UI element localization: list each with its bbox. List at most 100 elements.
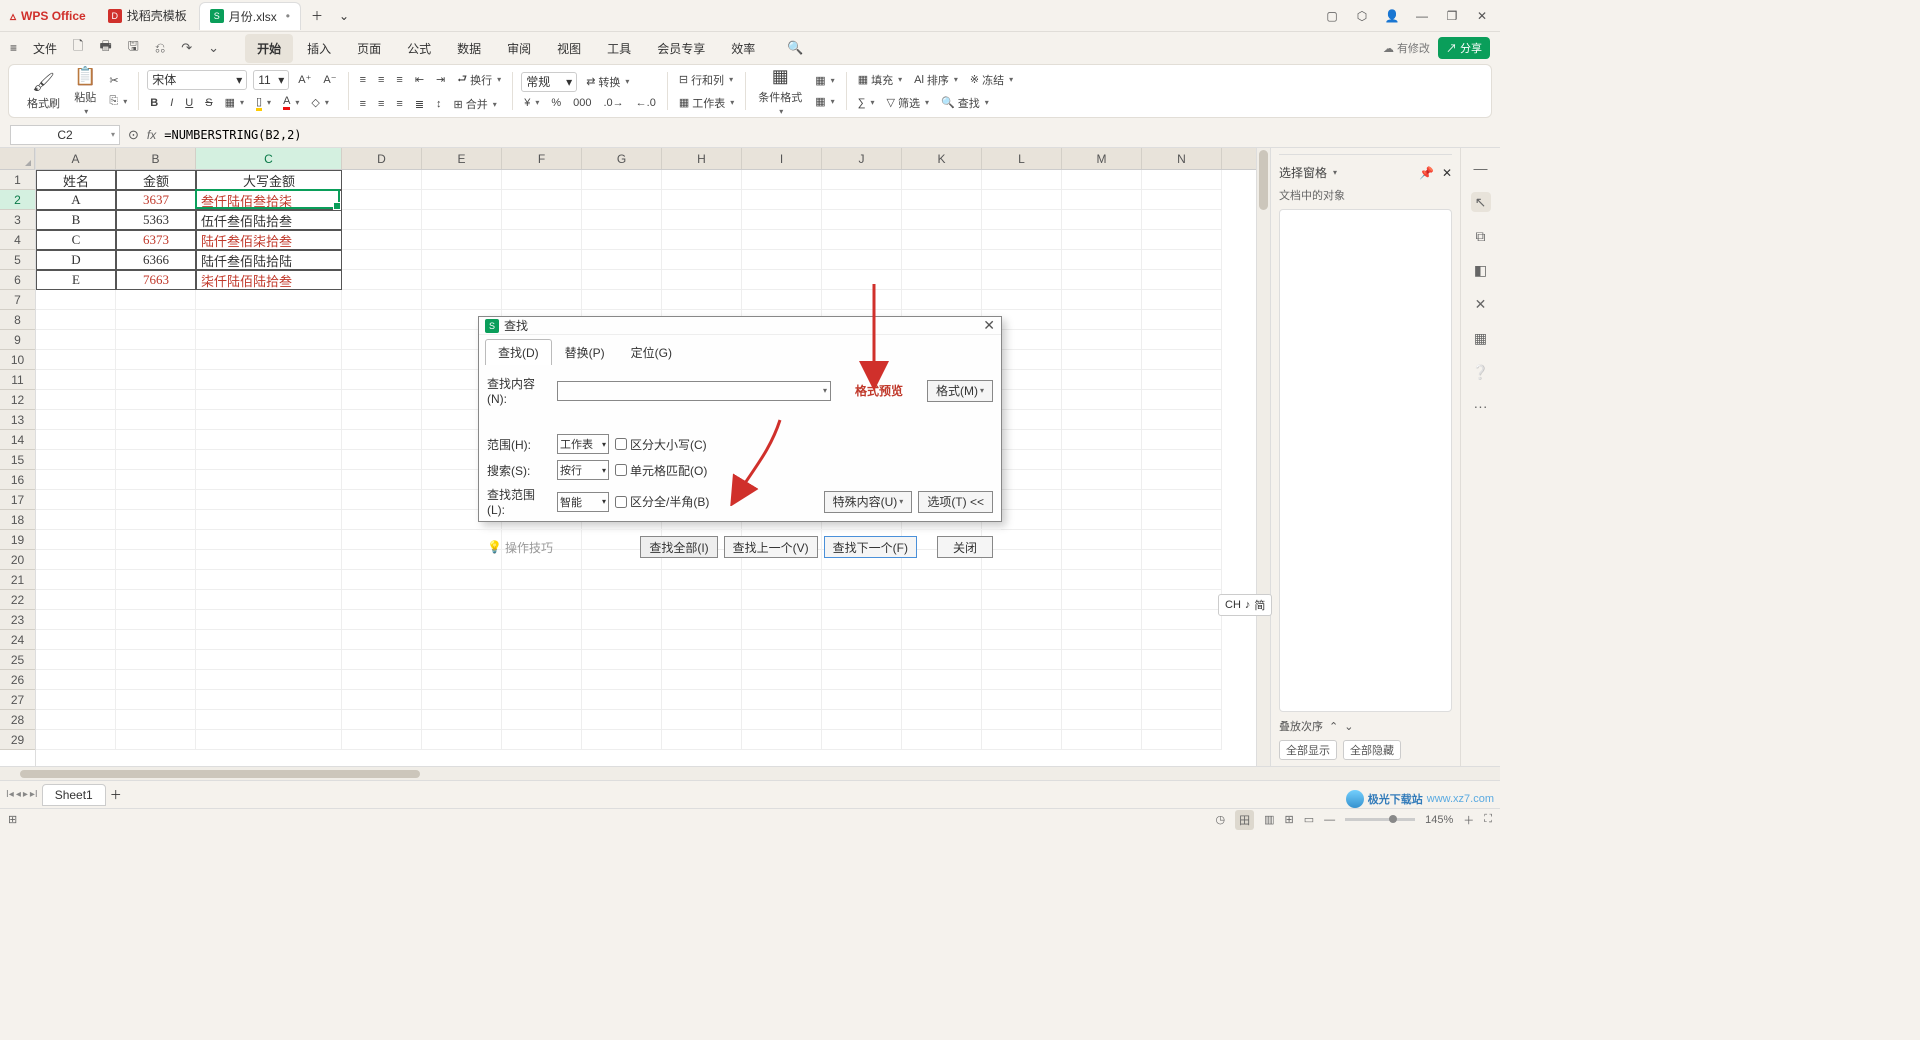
- cell-M16[interactable]: [1062, 470, 1142, 490]
- clear-format-button[interactable]: ◇: [308, 94, 331, 111]
- cell-F25[interactable]: [502, 650, 582, 670]
- cell-C29[interactable]: [196, 730, 342, 750]
- cell-N1[interactable]: [1142, 170, 1222, 190]
- row-header-26[interactable]: 26: [0, 670, 35, 690]
- cell-L25[interactable]: [982, 650, 1062, 670]
- cell-B22[interactable]: [116, 590, 196, 610]
- row-header-9[interactable]: 9: [0, 330, 35, 350]
- minimize-button[interactable]: —: [1414, 8, 1430, 24]
- cell-J2[interactable]: [822, 190, 902, 210]
- align-top-button[interactable]: ≡: [357, 72, 369, 88]
- cell-C1[interactable]: 大写金额: [196, 170, 342, 190]
- cell-N23[interactable]: [1142, 610, 1222, 630]
- cell-M26[interactable]: [1062, 670, 1142, 690]
- cell-E5[interactable]: [422, 250, 502, 270]
- cell-K26[interactable]: [902, 670, 982, 690]
- share-button[interactable]: ↗ 分享: [1438, 37, 1490, 59]
- print-preview-icon[interactable]: 🖫: [122, 33, 145, 63]
- cell-K2[interactable]: [902, 190, 982, 210]
- cell-M23[interactable]: [1062, 610, 1142, 630]
- indent-inc-button[interactable]: ⇥: [433, 71, 448, 88]
- cell-B23[interactable]: [116, 610, 196, 630]
- cell-D20[interactable]: [342, 550, 422, 570]
- row-header-28[interactable]: 28: [0, 710, 35, 730]
- col-header-A[interactable]: A: [36, 148, 116, 169]
- worksheet-button[interactable]: ▦ 工作表: [676, 93, 737, 113]
- cell-G22[interactable]: [582, 590, 662, 610]
- close-pane-icon[interactable]: ✕: [1442, 166, 1452, 180]
- cell-M17[interactable]: [1062, 490, 1142, 510]
- save-icon[interactable]: 🗋: [67, 33, 89, 63]
- cell-C20[interactable]: [196, 550, 342, 570]
- pane-object-list[interactable]: [1279, 209, 1452, 712]
- cell-B9[interactable]: [116, 330, 196, 350]
- cell-D5[interactable]: [342, 250, 422, 270]
- format-button[interactable]: 格式(M): [927, 380, 993, 402]
- cell-B12[interactable]: [116, 390, 196, 410]
- layout-icon[interactable]: ◧: [1471, 260, 1491, 280]
- name-box[interactable]: C2: [10, 125, 120, 145]
- cell-C27[interactable]: [196, 690, 342, 710]
- increase-decimal-button[interactable]: .0→: [600, 95, 626, 111]
- comma-button[interactable]: 000: [570, 95, 594, 111]
- cell-C15[interactable]: [196, 450, 342, 470]
- user-avatar-icon[interactable]: 👤: [1384, 8, 1400, 24]
- cell-L28[interactable]: [982, 710, 1062, 730]
- dialog-titlebar[interactable]: S 查找 ✕: [479, 317, 1001, 335]
- search-icon[interactable]: 🔍: [781, 36, 809, 60]
- dialog-close-button[interactable]: ✕: [983, 317, 995, 334]
- cell-B16[interactable]: [116, 470, 196, 490]
- show-all-button[interactable]: 全部显示: [1279, 740, 1337, 760]
- cell-C24[interactable]: [196, 630, 342, 650]
- cell-N8[interactable]: [1142, 310, 1222, 330]
- cell-F28[interactable]: [502, 710, 582, 730]
- cell-M22[interactable]: [1062, 590, 1142, 610]
- cell-H25[interactable]: [662, 650, 742, 670]
- font-name-select[interactable]: 宋体▾: [147, 70, 247, 90]
- cell-G5[interactable]: [582, 250, 662, 270]
- cloud-status[interactable]: ☁有修改: [1383, 40, 1430, 56]
- cell-A22[interactable]: [36, 590, 116, 610]
- vertical-scrollbar[interactable]: [1256, 148, 1270, 766]
- cell-L23[interactable]: [982, 610, 1062, 630]
- grow-font-button[interactable]: A⁺: [295, 71, 314, 88]
- cell-J7[interactable]: [822, 290, 902, 310]
- select-icon[interactable]: ↖: [1471, 192, 1491, 212]
- merge-button[interactable]: ⊞ 合并: [451, 94, 500, 114]
- cell-A18[interactable]: [36, 510, 116, 530]
- cell-H4[interactable]: [662, 230, 742, 250]
- tips-link[interactable]: 💡操作技巧: [487, 539, 553, 556]
- scroll-thumb[interactable]: [1259, 150, 1268, 210]
- cell-H28[interactable]: [662, 710, 742, 730]
- dialog-tab-replace[interactable]: 替换(P): [552, 339, 618, 365]
- cell-C7[interactable]: [196, 290, 342, 310]
- cell-D22[interactable]: [342, 590, 422, 610]
- cell-L22[interactable]: [982, 590, 1062, 610]
- cell-G7[interactable]: [582, 290, 662, 310]
- cell-K3[interactable]: [902, 210, 982, 230]
- cell-A21[interactable]: [36, 570, 116, 590]
- cell-F4[interactable]: [502, 230, 582, 250]
- cell-L7[interactable]: [982, 290, 1062, 310]
- cell-E26[interactable]: [422, 670, 502, 690]
- row-header-8[interactable]: 8: [0, 310, 35, 330]
- document-tab[interactable]: S 月份.xlsx •: [199, 2, 301, 30]
- shrink-font-button[interactable]: A⁻: [320, 71, 339, 88]
- autosum-button[interactable]: ∑: [855, 95, 878, 111]
- cell-K21[interactable]: [902, 570, 982, 590]
- cell-J3[interactable]: [822, 210, 902, 230]
- cell-N18[interactable]: [1142, 510, 1222, 530]
- cell-K23[interactable]: [902, 610, 982, 630]
- conditional-format-button[interactable]: ▦条件格式: [754, 64, 806, 118]
- cell-B26[interactable]: [116, 670, 196, 690]
- row-col-button[interactable]: ⊟ 行和列: [676, 70, 736, 90]
- cell-J26[interactable]: [822, 670, 902, 690]
- row-header-20[interactable]: 20: [0, 550, 35, 570]
- cell-F1[interactable]: [502, 170, 582, 190]
- last-sheet-icon[interactable]: ▸I: [30, 789, 38, 800]
- col-header-H[interactable]: H: [662, 148, 742, 169]
- file-menu[interactable]: 文件: [27, 36, 63, 61]
- cell-C8[interactable]: [196, 310, 342, 330]
- cell-D8[interactable]: [342, 310, 422, 330]
- cell-A23[interactable]: [36, 610, 116, 630]
